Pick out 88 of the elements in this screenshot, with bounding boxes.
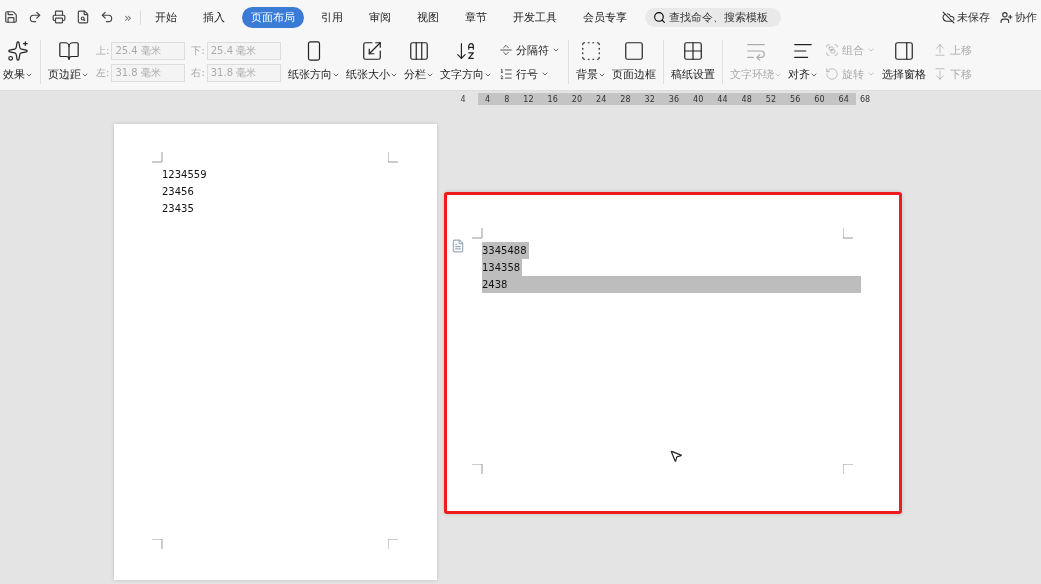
- ribbon-button[interactable]: 纸张方向: [284, 34, 343, 90]
- crop-mark: [472, 228, 483, 239]
- ribbon-button[interactable]: 行号: [498, 66, 560, 82]
- mouse-cursor-icon: [669, 449, 683, 463]
- ruler-number: 48: [741, 94, 752, 104]
- ruler-number: 52: [765, 94, 777, 104]
- ribbon-button[interactable]: 纸张大小: [342, 34, 401, 90]
- caret-icon: [866, 70, 875, 78]
- grid-icon: [681, 40, 704, 62]
- sparkle-icon: [7, 40, 29, 62]
- crop-mark: [843, 228, 854, 239]
- ribbon-button[interactable]: 背景: [572, 34, 609, 90]
- print-preview-icon[interactable]: [76, 10, 90, 24]
- group-icon: [824, 43, 839, 57]
- print-icon[interactable]: [52, 10, 66, 24]
- ruler-number: 56: [790, 94, 801, 104]
- collaborate-button[interactable]: 协作: [996, 9, 1041, 25]
- dashed-square-icon: [579, 40, 602, 62]
- ruler-number: 60: [814, 94, 825, 104]
- caret-icon: [551, 46, 560, 54]
- ruler-number: 28: [620, 94, 631, 104]
- user-icon: [1000, 10, 1013, 24]
- move-up-icon: [932, 43, 947, 57]
- document-text-line: 23435: [162, 202, 195, 216]
- margin-label: 左:: [96, 66, 110, 80]
- ruler-number: 40: [693, 94, 704, 104]
- columns-icon: [407, 40, 430, 62]
- ruler[interactable]: 4 8 12 16 20 24 28 32 36 40 44 48 52 56 60 64: [478, 93, 856, 105]
- margin-label: 右:: [191, 66, 205, 80]
- cloud-icon: [942, 10, 955, 24]
- separator-icon: [498, 43, 513, 57]
- text-direction-icon: [454, 40, 477, 62]
- ruler-number: 24: [596, 94, 607, 104]
- ruler-number: 64: [838, 94, 849, 104]
- ruler-number: 8: [504, 94, 510, 104]
- ruler-number: 36: [668, 94, 680, 104]
- document-text-line: 23456: [162, 185, 195, 199]
- save-status-button[interactable]: 未保存: [938, 9, 994, 25]
- margin-label: 下:: [191, 44, 205, 58]
- panel-icon: [892, 40, 915, 62]
- redo-icon[interactable]: [28, 10, 42, 24]
- ribbon-tab[interactable]: 审阅: [359, 6, 400, 28]
- ribbon-tab[interactable]: 开发工具: [503, 6, 566, 28]
- ruler-number: 44: [717, 94, 728, 104]
- ribbon-tab[interactable]: 章节: [455, 6, 496, 28]
- crop-mark: [472, 464, 483, 475]
- ribbon-button[interactable]: 对齐: [784, 34, 821, 90]
- ribbon-tab[interactable]: 页面布局: [241, 6, 304, 28]
- ruler-number: 12: [523, 94, 534, 104]
- ribbon-tab[interactable]: 引用: [311, 6, 352, 28]
- ruler-number: 32: [644, 94, 655, 104]
- ruler-number: 4: [485, 94, 491, 104]
- rotate-icon: [824, 67, 839, 81]
- ribbon-tab[interactable]: 会员专享: [573, 6, 636, 28]
- crop-mark: [152, 539, 163, 550]
- search-icon: [652, 10, 666, 24]
- search-field[interactable]: 查找命令、搜索模板: [644, 7, 781, 27]
- crop-mark: [388, 539, 399, 550]
- document-text-line: 1234559: [162, 168, 208, 182]
- ribbon-button[interactable]: 效果: [0, 34, 36, 90]
- ribbon-button[interactable]: 页边距: [45, 34, 92, 90]
- ribbon-button[interactable]: 页面边框: [608, 34, 659, 90]
- ribbon-tab[interactable]: 视图: [407, 6, 448, 28]
- ribbon-button[interactable]: 选择窗格: [878, 34, 929, 90]
- ribbon-button[interactable]: 文字方向: [436, 34, 495, 90]
- book-icon: [57, 40, 80, 62]
- ruler-number: 20: [571, 94, 583, 104]
- ruler-number: 4: [459, 94, 467, 104]
- resize-icon: [360, 40, 383, 62]
- save-icon[interactable]: [4, 10, 18, 24]
- crop-mark: [152, 152, 163, 163]
- ribbon-button[interactable]: 分隔符: [498, 42, 560, 58]
- square-icon: [622, 40, 645, 62]
- numbered-list-icon: [498, 67, 513, 81]
- more-button[interactable]: »: [120, 9, 141, 25]
- ribbon-button[interactable]: 分栏: [400, 34, 437, 90]
- document-icon: [451, 239, 465, 253]
- ribbon-tab[interactable]: 开始: [145, 6, 186, 28]
- move-down-icon: [932, 67, 947, 81]
- ribbon-tab[interactable]: 插入: [193, 6, 234, 28]
- ruler-number: 68: [859, 94, 871, 104]
- crop-mark: [388, 152, 399, 163]
- crop-mark: [843, 464, 854, 475]
- undo-icon[interactable]: [100, 10, 114, 24]
- ruler-number: 16: [547, 94, 558, 104]
- caret-icon: [540, 70, 549, 78]
- caret-icon: [866, 46, 875, 54]
- ribbon-button[interactable]: 稿纸设置: [667, 34, 718, 90]
